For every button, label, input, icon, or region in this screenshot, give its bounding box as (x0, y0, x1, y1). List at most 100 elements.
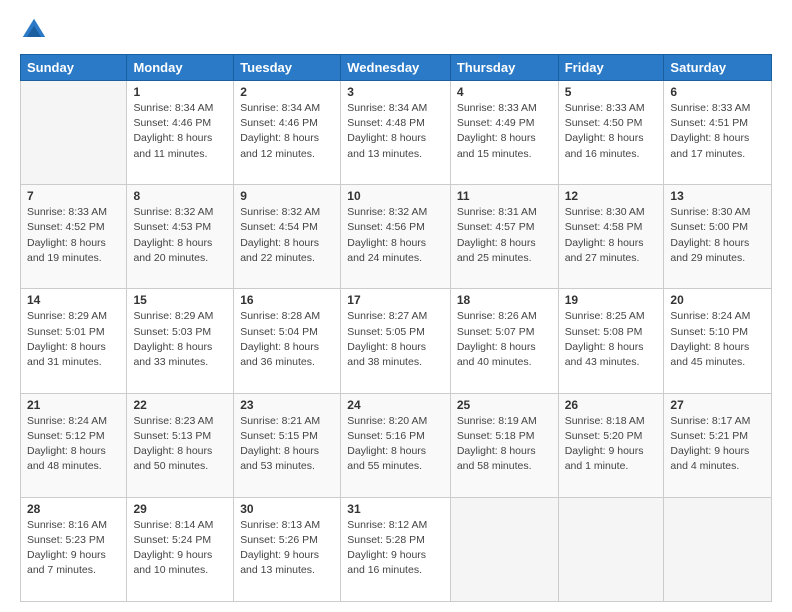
day-info: Sunrise: 8:24 AM Sunset: 5:12 PM Dayligh… (27, 414, 120, 475)
day-info: Sunrise: 8:32 AM Sunset: 4:53 PM Dayligh… (133, 205, 227, 266)
calendar-cell: 30 Sunrise: 8:13 AM Sunset: 5:26 PM Dayli… (234, 497, 341, 601)
day-number: 9 (240, 189, 334, 203)
day-info: Sunrise: 8:33 AM Sunset: 4:51 PM Dayligh… (670, 101, 765, 162)
day-info: Sunrise: 8:34 AM Sunset: 4:46 PM Dayligh… (133, 101, 227, 162)
day-number: 21 (27, 398, 120, 412)
calendar-cell: 10 Sunrise: 8:32 AM Sunset: 4:56 PM Dayli… (341, 185, 451, 289)
calendar-cell: 15 Sunrise: 8:29 AM Sunset: 5:03 PM Dayli… (127, 289, 234, 393)
calendar-cell: 12 Sunrise: 8:30 AM Sunset: 4:58 PM Dayli… (558, 185, 664, 289)
calendar-week-3: 14 Sunrise: 8:29 AM Sunset: 5:01 PM Dayli… (21, 289, 772, 393)
day-number: 29 (133, 502, 227, 516)
day-number: 8 (133, 189, 227, 203)
calendar-cell: 14 Sunrise: 8:29 AM Sunset: 5:01 PM Dayli… (21, 289, 127, 393)
day-number: 10 (347, 189, 444, 203)
calendar-cell: 25 Sunrise: 8:19 AM Sunset: 5:18 PM Dayli… (450, 393, 558, 497)
day-number: 7 (27, 189, 120, 203)
day-number: 6 (670, 85, 765, 99)
calendar-week-4: 21 Sunrise: 8:24 AM Sunset: 5:12 PM Dayli… (21, 393, 772, 497)
day-number: 27 (670, 398, 765, 412)
day-info: Sunrise: 8:14 AM Sunset: 5:24 PM Dayligh… (133, 518, 227, 579)
day-number: 23 (240, 398, 334, 412)
calendar-cell (450, 497, 558, 601)
calendar-cell: 8 Sunrise: 8:32 AM Sunset: 4:53 PM Daylig… (127, 185, 234, 289)
day-number: 15 (133, 293, 227, 307)
calendar-cell: 6 Sunrise: 8:33 AM Sunset: 4:51 PM Daylig… (664, 81, 772, 185)
weekday-header-thursday: Thursday (450, 55, 558, 81)
day-info: Sunrise: 8:25 AM Sunset: 5:08 PM Dayligh… (565, 309, 658, 370)
calendar-cell: 22 Sunrise: 8:23 AM Sunset: 5:13 PM Dayli… (127, 393, 234, 497)
calendar-cell: 13Sunrise: 8:30 AM Sunset: 5:00 PM Dayli… (664, 185, 772, 289)
calendar-cell: 19 Sunrise: 8:25 AM Sunset: 5:08 PM Dayli… (558, 289, 664, 393)
calendar-cell: 2 Sunrise: 8:34 AM Sunset: 4:46 PM Daylig… (234, 81, 341, 185)
weekday-row: SundayMondayTuesdayWednesdayThursdayFrid… (21, 55, 772, 81)
day-info: Sunrise: 8:31 AM Sunset: 4:57 PM Dayligh… (457, 205, 552, 266)
logo-icon (20, 16, 48, 44)
day-info: Sunrise: 8:28 AM Sunset: 5:04 PM Dayligh… (240, 309, 334, 370)
logo (20, 16, 52, 44)
calendar-cell: 23 Sunrise: 8:21 AM Sunset: 5:15 PM Dayli… (234, 393, 341, 497)
calendar-week-1: 1 Sunrise: 8:34 AM Sunset: 4:46 PM Daylig… (21, 81, 772, 185)
day-info: Sunrise: 8:19 AM Sunset: 5:18 PM Dayligh… (457, 414, 552, 475)
calendar-header: SundayMondayTuesdayWednesdayThursdayFrid… (21, 55, 772, 81)
day-info: Sunrise: 8:33 AM Sunset: 4:49 PM Dayligh… (457, 101, 552, 162)
day-number: 14 (27, 293, 120, 307)
day-info: Sunrise: 8:33 AM Sunset: 4:52 PM Dayligh… (27, 205, 120, 266)
day-number: 30 (240, 502, 334, 516)
day-info: Sunrise: 8:34 AM Sunset: 4:46 PM Dayligh… (240, 101, 334, 162)
day-info: Sunrise: 8:23 AM Sunset: 5:13 PM Dayligh… (133, 414, 227, 475)
day-info: Sunrise: 8:32 AM Sunset: 4:54 PM Dayligh… (240, 205, 334, 266)
day-info: Sunrise: 8:16 AM Sunset: 5:23 PM Dayligh… (27, 518, 120, 579)
calendar-cell: 31Sunrise: 8:12 AM Sunset: 5:28 PM Dayli… (341, 497, 451, 601)
day-number: 11 (457, 189, 552, 203)
weekday-header-friday: Friday (558, 55, 664, 81)
day-number: 5 (565, 85, 658, 99)
weekday-header-monday: Monday (127, 55, 234, 81)
weekday-header-wednesday: Wednesday (341, 55, 451, 81)
day-number: 25 (457, 398, 552, 412)
calendar-table: SundayMondayTuesdayWednesdayThursdayFrid… (20, 54, 772, 602)
calendar-cell: 29 Sunrise: 8:14 AM Sunset: 5:24 PM Dayli… (127, 497, 234, 601)
calendar-cell: 26Sunrise: 8:18 AM Sunset: 5:20 PM Dayli… (558, 393, 664, 497)
day-info: Sunrise: 8:29 AM Sunset: 5:03 PM Dayligh… (133, 309, 227, 370)
weekday-header-sunday: Sunday (21, 55, 127, 81)
day-number: 19 (565, 293, 658, 307)
day-number: 4 (457, 85, 552, 99)
calendar-cell: 18Sunrise: 8:26 AM Sunset: 5:07 PM Dayli… (450, 289, 558, 393)
day-number: 31 (347, 502, 444, 516)
calendar-cell: 11 Sunrise: 8:31 AM Sunset: 4:57 PM Dayli… (450, 185, 558, 289)
page: SundayMondayTuesdayWednesdayThursdayFrid… (0, 0, 792, 612)
weekday-header-tuesday: Tuesday (234, 55, 341, 81)
calendar-cell: 1 Sunrise: 8:34 AM Sunset: 4:46 PM Daylig… (127, 81, 234, 185)
day-number: 1 (133, 85, 227, 99)
calendar-cell: 9 Sunrise: 8:32 AM Sunset: 4:54 PM Daylig… (234, 185, 341, 289)
calendar-cell: 20 Sunrise: 8:24 AM Sunset: 5:10 PM Dayli… (664, 289, 772, 393)
day-number: 20 (670, 293, 765, 307)
day-info: Sunrise: 8:34 AM Sunset: 4:48 PM Dayligh… (347, 101, 444, 162)
calendar-cell: 16Sunrise: 8:28 AM Sunset: 5:04 PM Dayli… (234, 289, 341, 393)
day-info: Sunrise: 8:29 AM Sunset: 5:01 PM Dayligh… (27, 309, 120, 370)
day-number: 3 (347, 85, 444, 99)
day-info: Sunrise: 8:30 AM Sunset: 4:58 PM Dayligh… (565, 205, 658, 266)
calendar-cell: 17Sunrise: 8:27 AM Sunset: 5:05 PM Dayli… (341, 289, 451, 393)
calendar-cell: 4 Sunrise: 8:33 AM Sunset: 4:49 PM Daylig… (450, 81, 558, 185)
day-info: Sunrise: 8:17 AM Sunset: 5:21 PM Dayligh… (670, 414, 765, 475)
day-info: Sunrise: 8:20 AM Sunset: 5:16 PM Dayligh… (347, 414, 444, 475)
day-info: Sunrise: 8:24 AM Sunset: 5:10 PM Dayligh… (670, 309, 765, 370)
day-info: Sunrise: 8:21 AM Sunset: 5:15 PM Dayligh… (240, 414, 334, 475)
day-info: Sunrise: 8:32 AM Sunset: 4:56 PM Dayligh… (347, 205, 444, 266)
day-info: Sunrise: 8:26 AM Sunset: 5:07 PM Dayligh… (457, 309, 552, 370)
calendar-cell: 24Sunrise: 8:20 AM Sunset: 5:16 PM Dayli… (341, 393, 451, 497)
day-info: Sunrise: 8:33 AM Sunset: 4:50 PM Dayligh… (565, 101, 658, 162)
day-info: Sunrise: 8:13 AM Sunset: 5:26 PM Dayligh… (240, 518, 334, 579)
day-number: 13 (670, 189, 765, 203)
calendar-cell: 7 Sunrise: 8:33 AM Sunset: 4:52 PM Daylig… (21, 185, 127, 289)
calendar-cell (21, 81, 127, 185)
day-number: 2 (240, 85, 334, 99)
calendar-week-2: 7 Sunrise: 8:33 AM Sunset: 4:52 PM Daylig… (21, 185, 772, 289)
calendar: SundayMondayTuesdayWednesdayThursdayFrid… (20, 54, 772, 602)
day-number: 22 (133, 398, 227, 412)
day-number: 12 (565, 189, 658, 203)
calendar-cell (664, 497, 772, 601)
calendar-cell (558, 497, 664, 601)
calendar-cell: 21 Sunrise: 8:24 AM Sunset: 5:12 PM Dayli… (21, 393, 127, 497)
